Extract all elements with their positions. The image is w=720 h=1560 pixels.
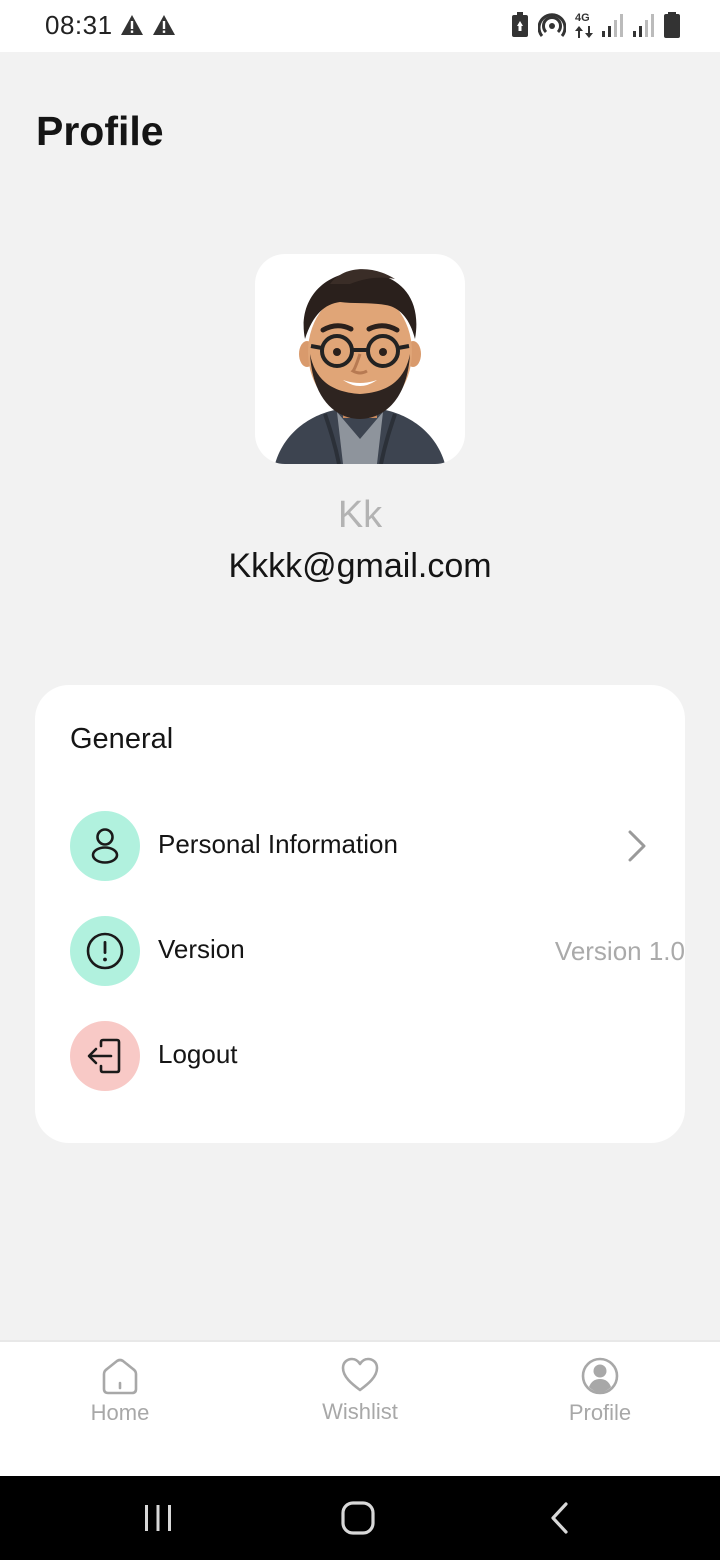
personal-information-label: Personal Information [158, 829, 398, 859]
user-circle-icon [581, 1357, 619, 1395]
personal-information-icon-circle [70, 811, 140, 881]
data-arrows-icon [575, 26, 593, 38]
status-right-icons: 4G [511, 12, 680, 38]
nav-wishlist[interactable]: Wishlist [270, 1342, 450, 1478]
card-title: General [70, 723, 174, 755]
heart-icon [341, 1357, 379, 1392]
warning-icon [153, 15, 175, 35]
logout-label: Logout [158, 1039, 238, 1069]
home-circle-icon[interactable] [338, 1498, 378, 1538]
battery-saver-icon [512, 12, 528, 37]
logout-icon-circle [70, 1021, 140, 1091]
version-label: Version [158, 934, 245, 964]
avatar-illustration [275, 269, 445, 464]
avatar[interactable] [255, 254, 465, 464]
user-email: Kkkk@gmail.com [228, 547, 492, 585]
person-icon [91, 828, 119, 864]
nav-profile[interactable]: Profile [510, 1342, 690, 1478]
chevron-right-icon[interactable] [624, 829, 650, 863]
signal-icon [633, 14, 654, 37]
status-time: 08:31 [45, 10, 113, 40]
nav-home-label: Home [90, 1400, 150, 1425]
bottom-nav: Home Wishlist Profile [0, 1340, 720, 1478]
nav-home[interactable]: Home [30, 1342, 210, 1478]
hotspot-icon [538, 13, 566, 37]
general-card: General Personal Information Version Ver… [35, 685, 685, 1143]
recents-icon[interactable] [138, 1498, 178, 1538]
user-name: Kk [337, 494, 383, 536]
status-left-icons [120, 14, 176, 36]
nav-profile-label: Profile [568, 1400, 632, 1425]
info-exclamation-icon [86, 932, 124, 970]
4g-data-icon: 4G [575, 12, 593, 38]
network-type: 4G [575, 12, 590, 24]
battery-icon [664, 12, 680, 38]
signal-icon [602, 14, 623, 37]
home-icon [102, 1358, 138, 1395]
status-bar: 08:31 4G [0, 0, 720, 52]
version-value: Version 1.0 [554, 936, 685, 966]
page-title: Profile [36, 108, 164, 154]
warning-icon [121, 15, 143, 35]
nav-wishlist-label: Wishlist [322, 1399, 398, 1424]
logout-icon [87, 1038, 121, 1074]
logout-row[interactable]: Logout [70, 1021, 650, 1091]
back-icon[interactable] [540, 1498, 580, 1538]
version-row[interactable]: Version Version 1.0 [70, 916, 685, 986]
system-nav-bar [0, 1476, 720, 1560]
version-icon-circle [70, 916, 140, 986]
personal-information-row[interactable]: Personal Information [70, 811, 650, 881]
